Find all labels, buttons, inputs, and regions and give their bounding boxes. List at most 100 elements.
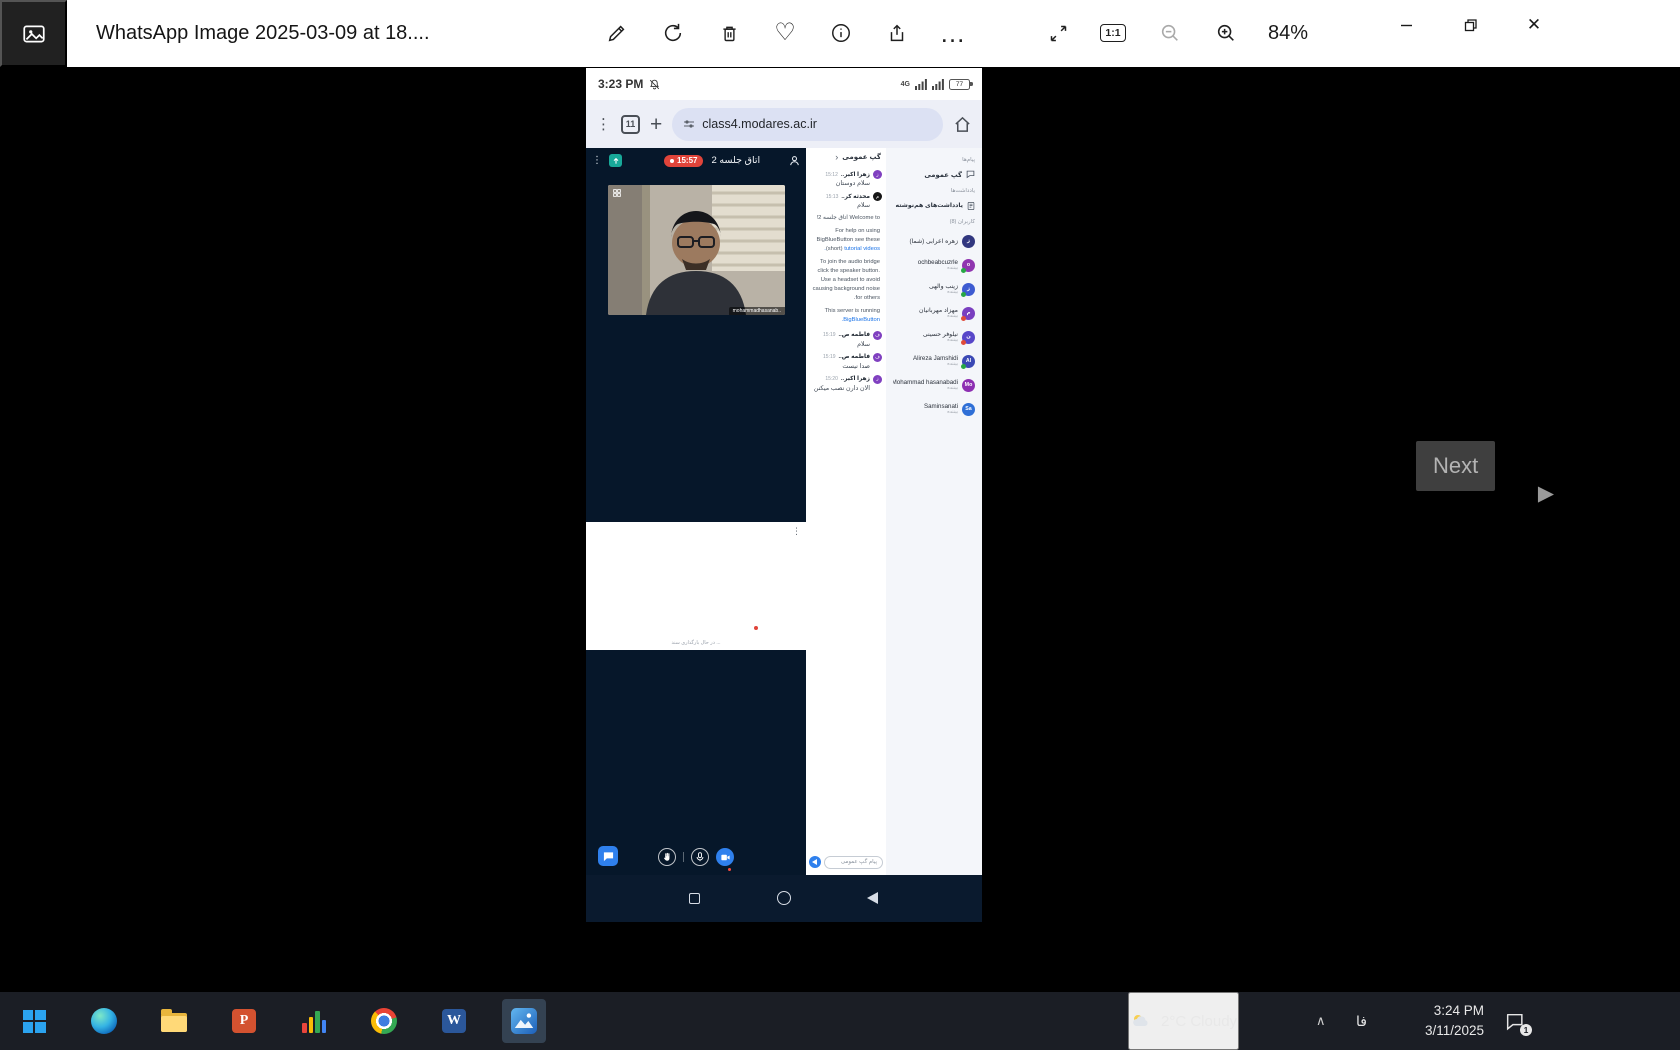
next-image-button[interactable]: ▶	[1528, 475, 1564, 511]
language-indicator[interactable]: فا	[1356, 992, 1367, 1050]
avatar-initial: ز	[876, 376, 878, 382]
avatar: ف	[873, 331, 882, 340]
system-welcome-message: Welcome to اتاق جلسه 2! For help on usin…	[810, 214, 880, 325]
meeting-options-icon: ⋮	[592, 155, 602, 166]
send-message-icon	[809, 856, 821, 868]
chat-message: ف فاطمه ص.. 15:19 سلام	[810, 331, 882, 348]
browser-menu-icon: ⋮	[596, 115, 611, 133]
action-bar	[586, 848, 806, 866]
meeting-topbar: ⋮ 15:57 اتاق جلسه 2	[586, 153, 806, 168]
zoom-level: 84%	[1268, 0, 1308, 67]
video-area: ⋮ 15:57 اتاق جلسه 2	[586, 148, 806, 522]
participant-role: بیننده	[924, 410, 958, 415]
participant-avatar: o	[962, 259, 975, 272]
taskbar-chrome-icon[interactable]	[362, 999, 406, 1043]
taskbar-word-icon[interactable]: W	[432, 999, 476, 1043]
chat-messages: ز زهرا اکبر.. 15:12 سلام دوستان م محدثه …	[806, 165, 886, 399]
back-nav-icon	[867, 892, 878, 904]
taskbar-file-explorer-icon[interactable]	[152, 999, 196, 1043]
room-title: اتاق جلسه 2	[711, 155, 760, 166]
actual-size-icon[interactable]: 1:1	[1093, 13, 1133, 53]
avatar-initial: م	[967, 310, 971, 316]
participant-role: بیننده	[918, 266, 958, 271]
slide-options-icon: ⋮	[792, 526, 801, 537]
more-options-icon[interactable]: …	[933, 13, 973, 53]
taskbar-apps: P W	[12, 992, 546, 1050]
participant-avatar: ز	[962, 283, 975, 296]
taskbar-chart-app-icon[interactable]	[292, 999, 336, 1043]
fullscreen-icon[interactable]	[1038, 13, 1078, 53]
message-text: سلام دوستان	[810, 180, 870, 187]
zoom-in-icon[interactable]	[1206, 13, 1246, 53]
participant-role: بیننده	[893, 386, 958, 391]
viewed-photo[interactable]: 3:23 PM 4G 77 ⋮ 11 +	[586, 68, 982, 922]
restore-button[interactable]	[1448, 6, 1492, 44]
taskbar-photos-icon-active[interactable]	[502, 999, 546, 1043]
chat-input: پیام گپ عمومی	[824, 856, 883, 869]
taskbar-powerpoint-icon[interactable]: P	[222, 999, 266, 1043]
taskbar-edge-icon[interactable]	[82, 999, 126, 1043]
minimize-button[interactable]	[1384, 6, 1428, 44]
cloud-icon	[1130, 1010, 1152, 1032]
notes-icon	[967, 201, 975, 211]
tray-expand-button[interactable]: ∧	[1316, 992, 1326, 1050]
tab-count: 11	[626, 119, 636, 129]
url-text: class4.modares.ac.ir	[702, 117, 817, 131]
participant-avatar: Al	[962, 355, 975, 368]
participant-avatar: ن	[962, 331, 975, 344]
share-icon[interactable]	[877, 13, 917, 53]
participant-name: Alireza Jamshidi	[913, 355, 958, 362]
participant-name: زینب والهی	[929, 283, 958, 290]
close-button[interactable]: ✕	[1512, 6, 1556, 44]
recording-timer: 15:57	[677, 156, 697, 165]
meeting-sidebar: پیام‌ها گپ عمومی یادداشت‌ها یادداشت‌های …	[886, 148, 982, 875]
android-nav-bar	[586, 875, 982, 922]
message-time: 15:20	[825, 376, 838, 382]
signal-bars-icon-2	[932, 79, 944, 90]
start-button[interactable]	[12, 999, 56, 1043]
heart-icon: ♡	[774, 21, 796, 45]
image-viewer-canvas: 3:23 PM 4G 77 ⋮ 11 +	[0, 67, 1680, 992]
recording-badge: 15:57	[664, 155, 703, 167]
rotate-icon[interactable]	[653, 13, 693, 53]
notification-center-button[interactable]: 1	[1504, 992, 1525, 1050]
zoom-out-icon[interactable]	[1150, 13, 1190, 53]
messages-section-header: پیام‌ها	[893, 157, 975, 163]
webcam-name-label: mohammadhasanab..	[729, 307, 785, 315]
taskbar-clock[interactable]: 3:24 PM 3/11/2025	[1392, 1001, 1484, 1042]
message-text: سلام	[810, 202, 870, 209]
public-chat-panel: گپ عمومی ‹ ز زهرا اکبر.. 15:12 سلام دوست…	[806, 148, 886, 875]
photos-logo-icon	[511, 1008, 537, 1034]
info-icon[interactable]	[821, 13, 861, 53]
edge-logo-icon	[91, 1008, 117, 1034]
folder-icon	[161, 1013, 187, 1032]
chat-title: گپ عمومی	[842, 153, 881, 161]
favorite-icon[interactable]: ♡	[765, 13, 805, 53]
avatar-initial: Mo	[965, 382, 973, 388]
weather-text: 2°C Cloudy	[1161, 1013, 1237, 1030]
avatar-initial: ز	[967, 238, 970, 244]
chat-message: م محدثه کر.. 15:13 سلام	[810, 192, 882, 209]
status-badge	[961, 364, 966, 369]
microphone-button	[691, 848, 709, 866]
gallery-icon[interactable]	[0, 0, 67, 67]
avatar-initial: ف	[875, 332, 880, 338]
public-chat-label: گپ عمومی	[924, 171, 962, 179]
message-time: 15:19	[823, 332, 836, 338]
participant-role: بیننده	[913, 362, 958, 367]
participant-row: ز زینب والهیبیننده	[893, 277, 975, 301]
participant-row: Al Alireza Jamshidiبیننده	[893, 349, 975, 373]
participant-row: Mo Mohammad hasanabadiبیننده	[893, 373, 975, 397]
participant-avatar: م	[962, 307, 975, 320]
sender-name: محدثه کر..	[841, 194, 870, 200]
delete-icon[interactable]	[709, 13, 749, 53]
chevron-up-icon: ∧	[1316, 1013, 1326, 1029]
webcam-tile: mohammadhasanab..	[608, 185, 785, 315]
avatar-initial: Sa	[965, 406, 971, 412]
chat-bubble-icon	[966, 170, 975, 179]
message-time: 15:19	[823, 354, 836, 360]
weather-widget[interactable]: 2°C Cloudy	[1128, 992, 1239, 1050]
next-tooltip: Next	[1416, 441, 1495, 491]
shared-notes-label: یادداشت‌های هم‌نوشته	[896, 202, 963, 209]
edit-icon[interactable]	[597, 13, 637, 53]
